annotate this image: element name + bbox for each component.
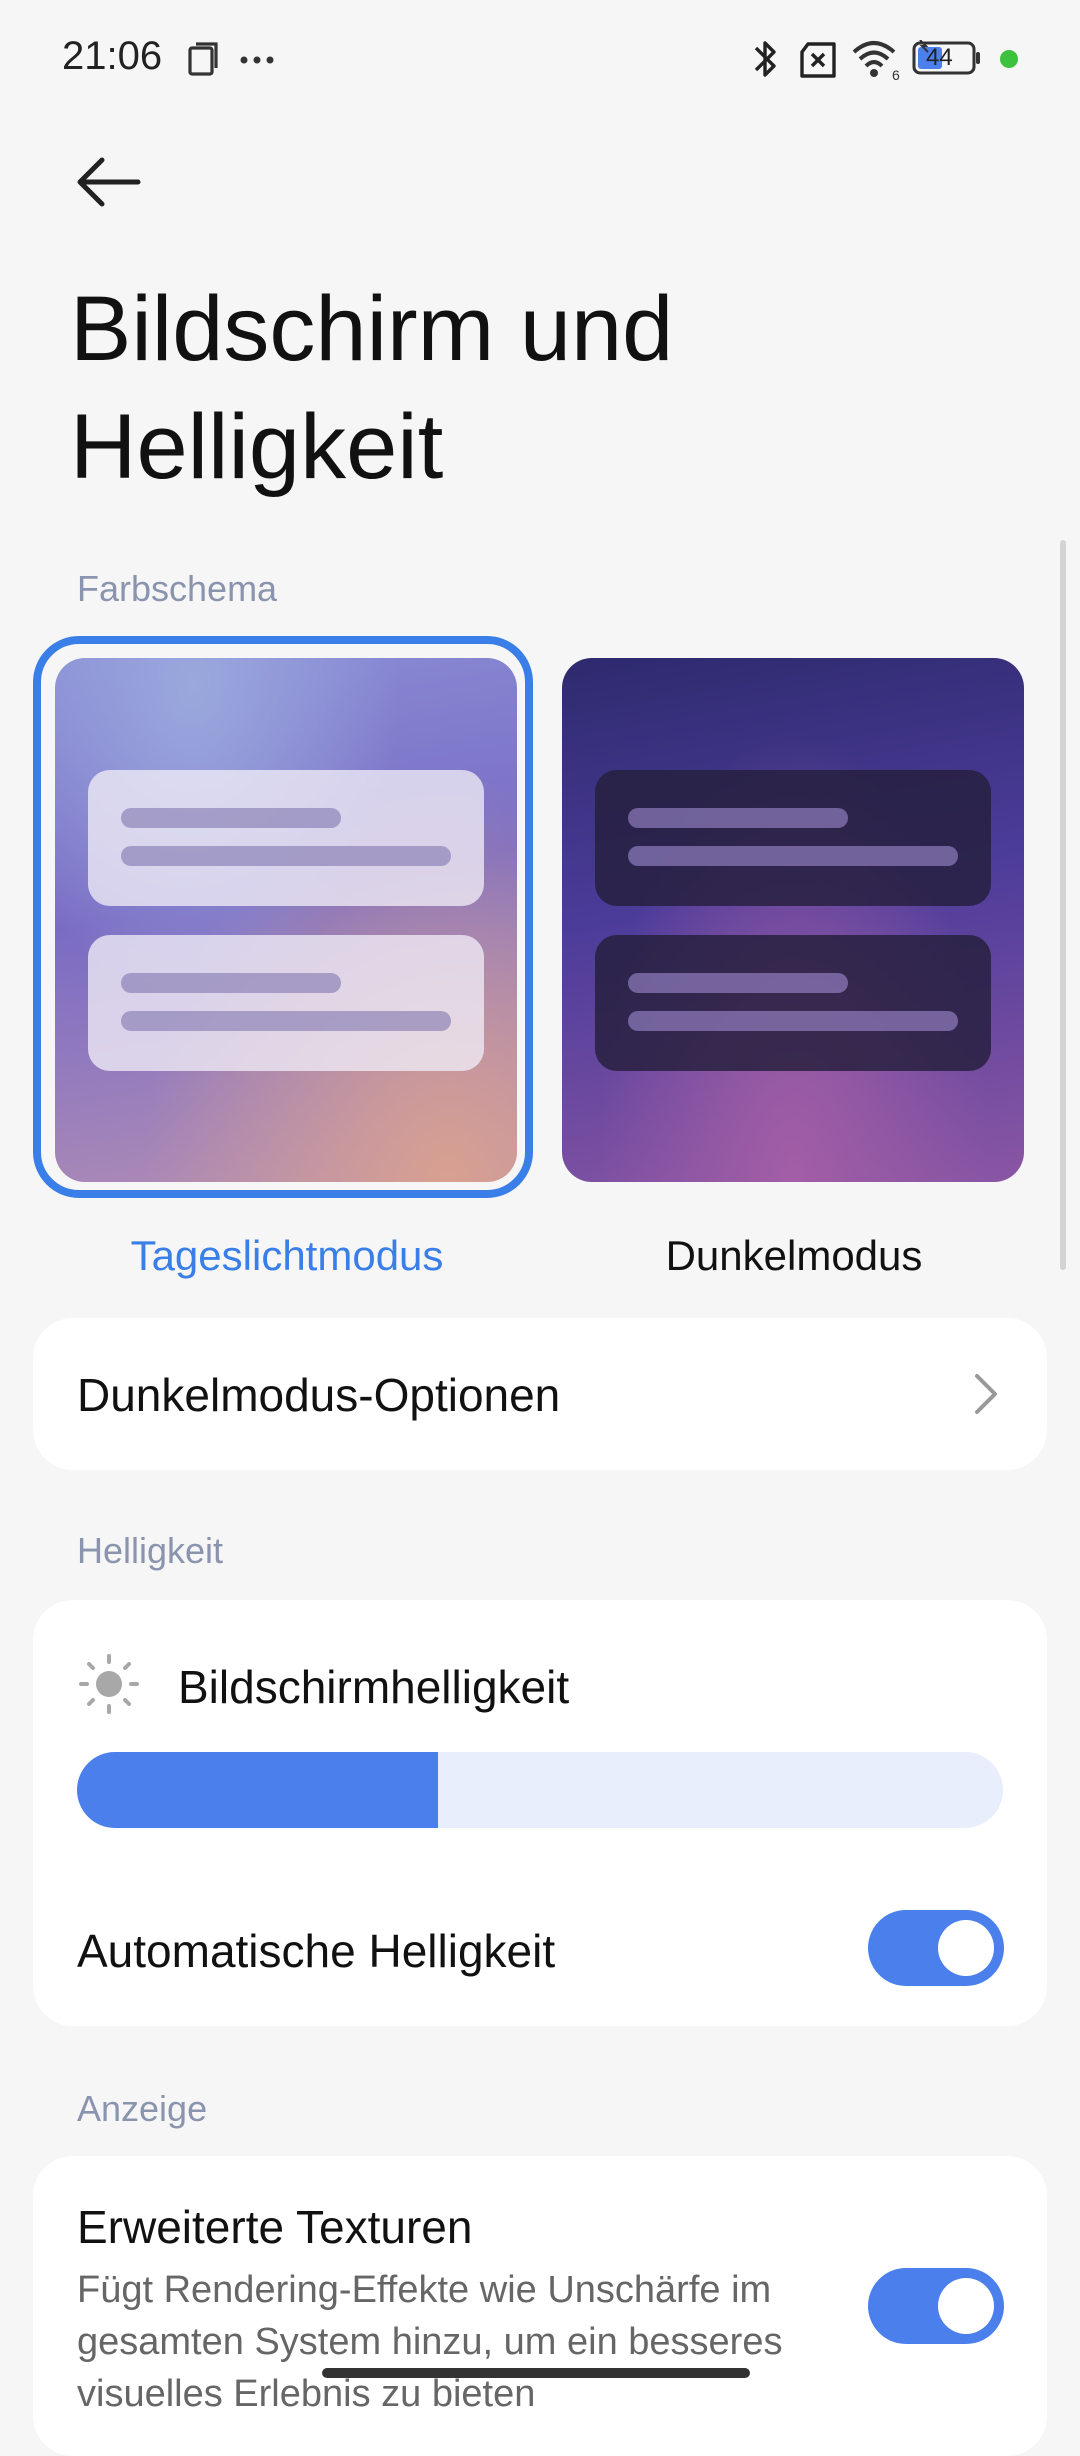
scrollbar[interactable] [1060, 540, 1066, 1270]
battery-icon: 44 [912, 40, 982, 76]
brightness-title: Bildschirmhelligkeit [178, 1661, 570, 1713]
textures-description: Fügt Rendering-Effekte wie Unschärfe im … [77, 2264, 877, 2420]
theme-option-light[interactable] [55, 658, 517, 1182]
section-label-brightness: Helligkeit [77, 1530, 224, 1571]
preview-card [595, 770, 991, 906]
status-time: 21:06 [62, 34, 163, 78]
auto-brightness-label: Automatische Helligkeit [77, 1925, 556, 1977]
battery-level: 44 [926, 44, 953, 71]
dark-mode-options-label: Dunkelmodus-Optionen [77, 1369, 561, 1421]
section-label-color-scheme: Farbschema [77, 568, 278, 609]
home-indicator[interactable] [322, 2368, 750, 2378]
textures-card: Erweiterte Texturen Fügt Rendering-Effek… [33, 2156, 1047, 2456]
screenshot-icon [188, 42, 218, 76]
preview-card [595, 935, 991, 1071]
chevron-right-icon [975, 1374, 997, 1414]
theme-option-dark[interactable] [562, 658, 1024, 1182]
dark-mode-options-row[interactable]: Dunkelmodus-Optionen [33, 1318, 1047, 1470]
wifi-label: 6 [892, 67, 900, 82]
arrow-left-icon[interactable] [68, 140, 152, 224]
auto-brightness-toggle[interactable] [868, 1910, 1004, 1986]
sun-icon [79, 1654, 139, 1714]
page-title: Bildschirm und Helligkeit [70, 270, 673, 506]
theme-label-light[interactable]: Tageslichtmodus [57, 1232, 517, 1280]
textures-toggle[interactable] [868, 2268, 1004, 2344]
textures-desc-line1: Fügt Rendering-Effekte wie Unschärfe im [77, 2269, 772, 2311]
wifi-icon: 6 [852, 41, 900, 82]
brightness-slider-fill [77, 1752, 439, 1828]
more-dots-icon [240, 56, 274, 64]
no-sim-icon [800, 42, 836, 78]
page-title-line2: Helligkeit [70, 396, 444, 498]
status-dot [1000, 50, 1018, 68]
page-title-line1: Bildschirm und [70, 278, 674, 380]
textures-desc-line2: gesamten System hinzu, um ein besseres [77, 2321, 783, 2363]
brightness-slider[interactable] [77, 1752, 1003, 1828]
textures-title: Erweiterte Texturen [77, 2201, 473, 2253]
theme-label-dark[interactable]: Dunkelmodus [564, 1232, 1024, 1280]
bluetooth-icon [754, 41, 776, 77]
section-label-display: Anzeige [77, 2088, 208, 2129]
preview-card [88, 935, 484, 1071]
preview-card [88, 770, 484, 906]
